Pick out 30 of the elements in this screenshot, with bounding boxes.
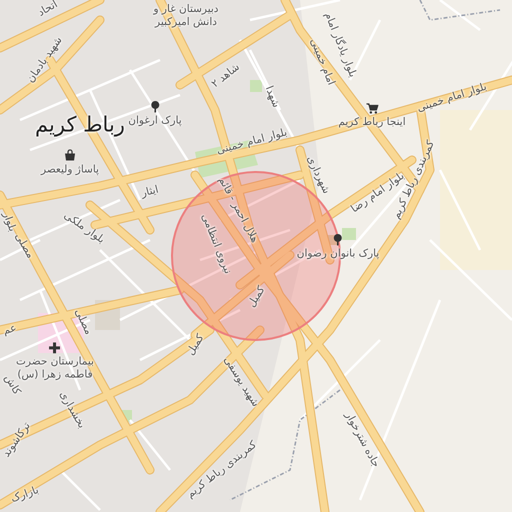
street-name: مصلی <box>71 307 95 337</box>
park-area <box>250 80 262 92</box>
park-area <box>342 228 356 240</box>
street-name: نیروی انتظامی <box>198 212 234 276</box>
cross-icon <box>50 342 60 354</box>
place-name: پاساژ ولیعصر <box>41 163 99 177</box>
street-name: شهدا <box>262 84 282 110</box>
place-name: اینجا رباط کریم <box>338 116 406 130</box>
street-name: ترکاشوند <box>0 420 34 460</box>
street-name: عم <box>2 322 18 338</box>
street-name: شاهد ۲ <box>209 60 243 92</box>
street-name: ایثار <box>140 184 160 200</box>
street-name: شهید بادمان <box>24 34 66 86</box>
street-name: مصلی <box>12 231 36 261</box>
street-name: کمیل <box>184 332 208 358</box>
street-name: شهید یوسفی <box>220 354 262 410</box>
street-name: جاده شترخوار <box>342 410 382 470</box>
street-name: کمربندی رباط کریم <box>184 438 260 502</box>
shopping-bag-icon <box>64 149 76 162</box>
street-name: اتحاد <box>36 0 60 20</box>
cart-icon <box>366 102 378 114</box>
street-name: بلوار <box>0 210 19 234</box>
street-name: بلوار امام خمینی <box>215 126 289 158</box>
street-name: بلوار ملکی <box>61 209 107 247</box>
street-name: کمیل <box>246 284 268 310</box>
street-name: بلوار امام خمینی <box>416 80 488 116</box>
street-name: بخشداری <box>56 389 88 431</box>
street-name: شهرداری <box>304 154 332 196</box>
place-name: پارک ارغوان <box>128 114 182 128</box>
street-name: بازارک <box>9 484 41 506</box>
